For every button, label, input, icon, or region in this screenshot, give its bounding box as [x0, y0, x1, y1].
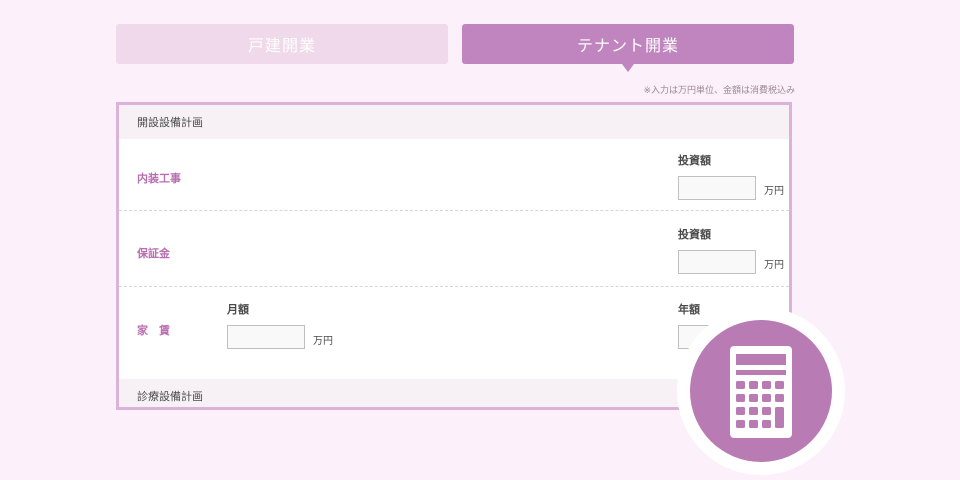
unit-deposit: 万円	[764, 260, 784, 271]
section-title-opening: 開設設備計画	[137, 116, 203, 129]
row-label-rent: 家 賃	[137, 324, 170, 337]
deposit-investment-input[interactable]	[678, 250, 756, 274]
calculator-circle	[690, 320, 832, 462]
calculator-button[interactable]	[677, 307, 845, 475]
tab-house-opening-label: 戸建開業	[247, 36, 316, 55]
tab-tenant-opening-label: テナント開業	[576, 36, 679, 55]
unit-rent-monthly: 万円	[313, 336, 333, 347]
field-label-rent-monthly: 月額	[227, 303, 249, 316]
tab-tenant-opening[interactable]: テナント開業	[462, 24, 794, 72]
calculator-icon	[730, 346, 792, 438]
field-label-rent-annual: 年額	[678, 303, 700, 316]
rent-monthly-input[interactable]	[227, 325, 305, 349]
row-interior: 内装工事 投資額 万円	[119, 139, 789, 211]
field-label-interior-investment: 投資額	[678, 154, 711, 167]
section-header-opening: 開設設備計画	[119, 105, 789, 139]
section-title-clinic: 診療設備計画	[137, 390, 203, 403]
unit-interior: 万円	[764, 186, 784, 197]
interior-investment-input[interactable]	[678, 176, 756, 200]
tab-house-opening[interactable]: 戸建開業	[116, 24, 448, 64]
field-label-deposit-investment: 投資額	[678, 228, 711, 241]
row-label-deposit: 保証金	[137, 247, 170, 260]
active-tab-pointer	[622, 64, 634, 72]
unit-note: ※入力は万円単位、金額は消費税込み	[643, 86, 795, 96]
row-deposit: 保証金 投資額 万円	[119, 211, 789, 287]
row-label-interior: 内装工事	[137, 172, 181, 185]
